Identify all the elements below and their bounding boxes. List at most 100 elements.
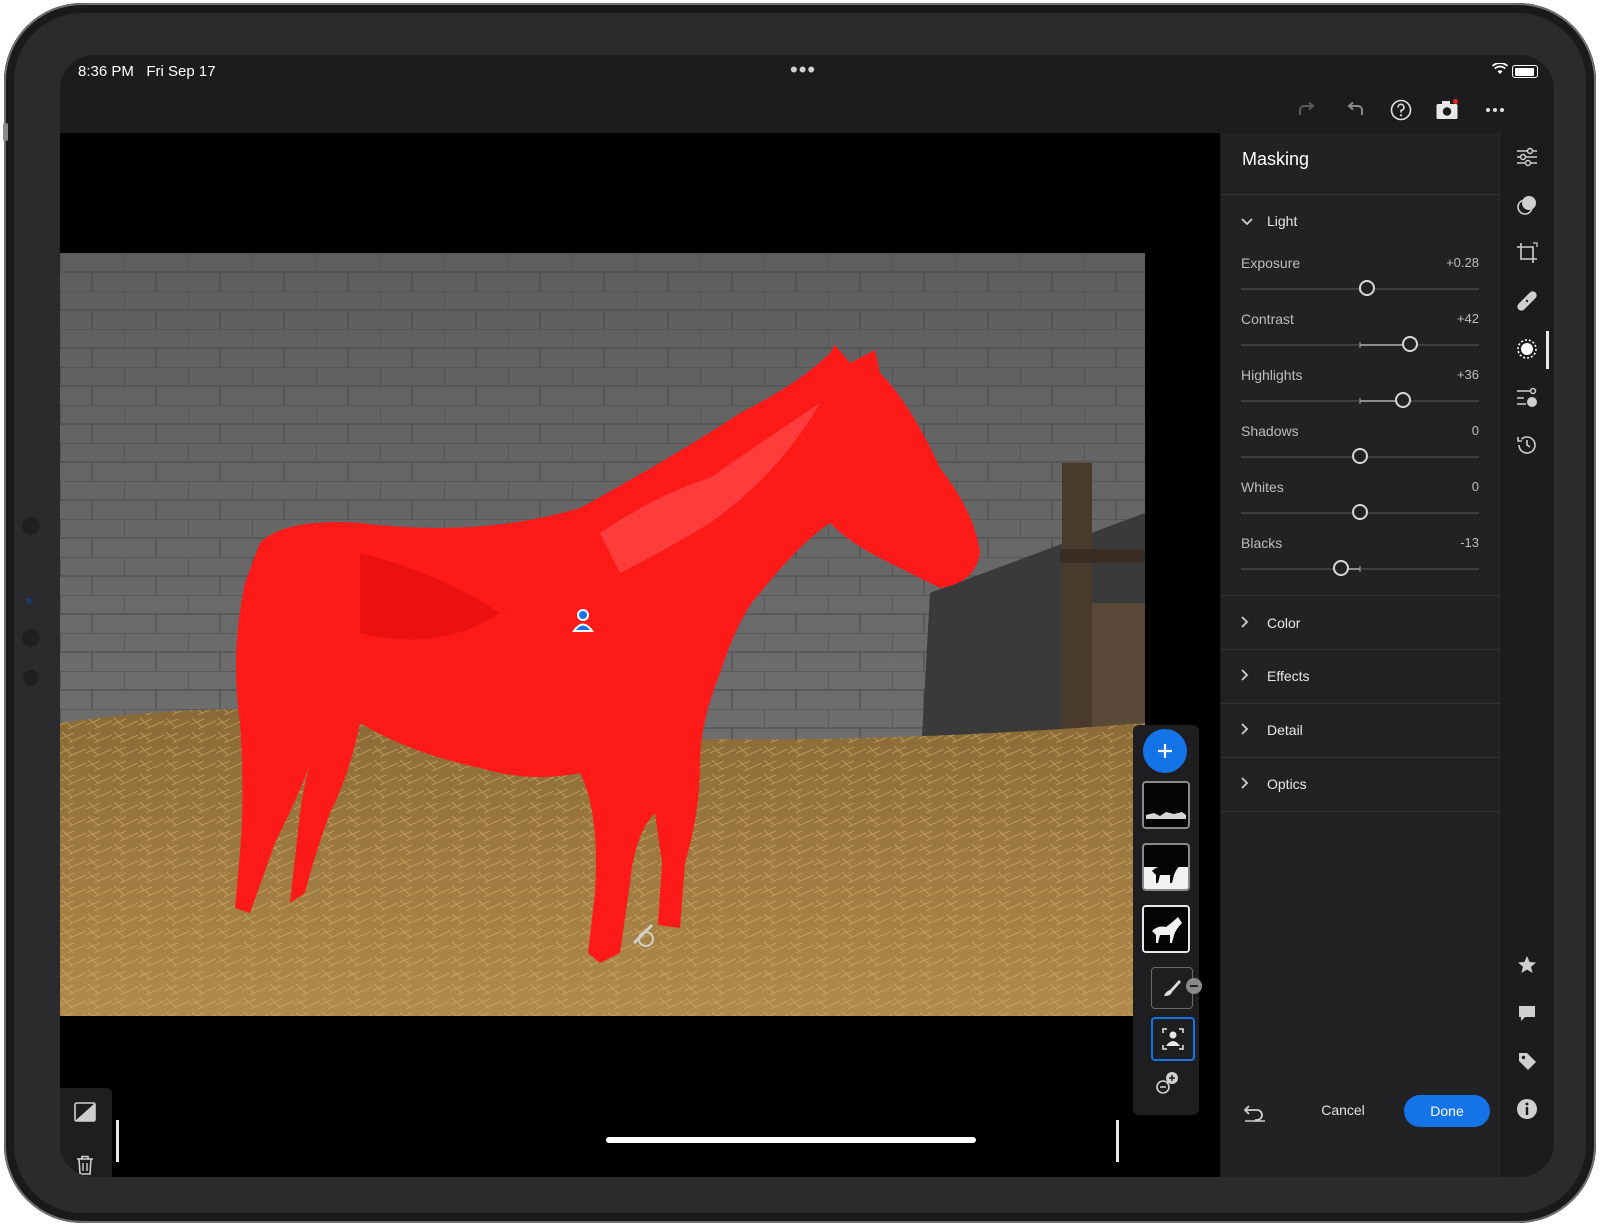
slider-contrast[interactable]: Contrast +42: [1241, 311, 1479, 367]
top-toolbar: [60, 95, 1554, 135]
slider-thumb[interactable]: [1332, 560, 1349, 576]
plus-icon: [1158, 744, 1172, 758]
select-subject-tool[interactable]: [1151, 1017, 1195, 1061]
section-detail[interactable]: Detail: [1241, 722, 1303, 738]
device-button: [3, 123, 8, 141]
slider-label: Shadows: [1241, 423, 1299, 439]
comment-icon[interactable]: [1514, 1000, 1540, 1026]
right-tool-rail: [1499, 133, 1554, 1177]
chevron-right-icon: [1241, 776, 1261, 792]
slider-label: Whites: [1241, 479, 1284, 495]
slider-value: 0: [1471, 423, 1479, 438]
active-tool-indicator: [1546, 331, 1549, 369]
minus-badge-icon: [1186, 978, 1202, 994]
section-label: Detail: [1267, 722, 1303, 738]
camera-dot-2: [22, 629, 40, 647]
mask-thumbnail-1[interactable]: [1142, 781, 1190, 829]
status-bar: 8:36 PM Fri Sep 17 •••: [60, 55, 1554, 95]
slider-value: +42: [1456, 311, 1479, 326]
section-label: Effects: [1267, 668, 1310, 684]
star-icon[interactable]: [1514, 952, 1540, 978]
presets-icon[interactable]: [1514, 192, 1540, 218]
subject-icon: [1162, 1028, 1184, 1050]
cancel-button[interactable]: Cancel: [1311, 1102, 1375, 1118]
slider-label: Highlights: [1241, 367, 1303, 383]
slider-whites[interactable]: Whites 0: [1241, 479, 1479, 535]
history-icon[interactable]: [1514, 432, 1540, 458]
slider-value: +36: [1456, 367, 1479, 382]
section-light[interactable]: Light: [1241, 213, 1297, 229]
section-label: Color: [1267, 615, 1301, 631]
slider-thumb[interactable]: [1401, 336, 1418, 352]
add-mask-button[interactable]: [1143, 729, 1187, 773]
filmstrip-bracket-right: [1116, 1120, 1119, 1162]
help-icon[interactable]: [1386, 95, 1416, 125]
done-button[interactable]: Done: [1404, 1095, 1490, 1127]
sensor-dot: [26, 598, 32, 604]
trash-icon[interactable]: [75, 1154, 95, 1176]
slider-thumb[interactable]: [1394, 392, 1411, 408]
divider: [1221, 595, 1499, 596]
reset-icon[interactable]: [1243, 1103, 1267, 1123]
mask-thumbnail-2[interactable]: [1142, 843, 1190, 891]
slider-thumb[interactable]: [1359, 280, 1376, 296]
masking-panel: Masking Light Exposure +0.28 Contrast +4…: [1221, 133, 1499, 1177]
slider-thumb[interactable]: [1352, 504, 1368, 520]
filmstrip-bracket-left: [116, 1120, 119, 1162]
slider-thumb[interactable]: [1352, 448, 1368, 464]
mask-thumbnail-3[interactable]: [1142, 905, 1190, 953]
camera-icon[interactable]: [1432, 95, 1462, 125]
add-subtract-icon[interactable]: [1153, 1069, 1183, 1099]
chevron-down-icon: [1241, 213, 1261, 229]
app-screen: 8:36 PM Fri Sep 17 ••• Masking Light Exp…: [60, 55, 1554, 1177]
photo-canvas[interactable]: [60, 133, 1220, 1177]
slider-label: Blacks: [1241, 535, 1283, 551]
multitask-dots[interactable]: •••: [790, 57, 816, 83]
brush-icon: [1164, 980, 1181, 996]
slider-exposure[interactable]: Exposure +0.28: [1241, 255, 1479, 311]
camera-dot-3: [23, 670, 39, 686]
battery-icon: [1512, 65, 1538, 78]
slider-highlights[interactable]: Highlights +36: [1241, 367, 1479, 423]
section-optics[interactable]: Optics: [1241, 776, 1307, 792]
section-label: Optics: [1267, 776, 1307, 792]
divider: [1221, 649, 1499, 650]
status-time: 8:36 PM Fri Sep 17: [78, 63, 216, 80]
redo-icon[interactable]: [1292, 95, 1322, 125]
chevron-right-icon: [1241, 615, 1261, 631]
section-light-label: Light: [1267, 213, 1298, 229]
versions-icon[interactable]: [1514, 384, 1540, 410]
left-tool-strip: [60, 1088, 112, 1177]
slider-blacks[interactable]: Blacks -13: [1241, 535, 1479, 591]
slider-shadows[interactable]: Shadows 0: [1241, 423, 1479, 479]
divider: [1221, 757, 1499, 758]
slider-value: -13: [1460, 535, 1479, 550]
panel-title: Masking: [1242, 149, 1310, 169]
camera-dot: [22, 517, 40, 535]
brush-subtract-tool[interactable]: [1151, 967, 1202, 1009]
slider-value: 0: [1471, 479, 1479, 494]
photo-image[interactable]: [60, 253, 1145, 1016]
slider-label: Contrast: [1241, 311, 1294, 327]
section-color[interactable]: Color: [1241, 615, 1300, 631]
healing-icon[interactable]: [1514, 288, 1540, 314]
crop-icon[interactable]: [1514, 240, 1540, 266]
slider-value: +0.28: [1446, 255, 1479, 270]
chevron-right-icon: [1241, 722, 1261, 738]
undo-icon[interactable]: [1340, 95, 1370, 125]
ipad-frame: 8:36 PM Fri Sep 17 ••• Masking Light Exp…: [3, 3, 1596, 1223]
divider: [1221, 811, 1499, 812]
section-effects[interactable]: Effects: [1241, 668, 1310, 684]
edit-sliders-icon[interactable]: [1514, 144, 1540, 170]
tag-icon[interactable]: [1514, 1048, 1540, 1074]
divider: [1221, 703, 1499, 704]
divider: [1221, 194, 1499, 195]
home-indicator[interactable]: [606, 1137, 976, 1143]
more-icon[interactable]: [1480, 95, 1510, 125]
mask-layer-strip: [1133, 725, 1202, 1115]
wifi-icon: [1491, 62, 1509, 79]
chevron-right-icon: [1241, 668, 1261, 684]
compare-icon[interactable]: [74, 1102, 96, 1122]
info-icon[interactable]: [1514, 1096, 1540, 1122]
masking-icon[interactable]: [1514, 336, 1540, 362]
